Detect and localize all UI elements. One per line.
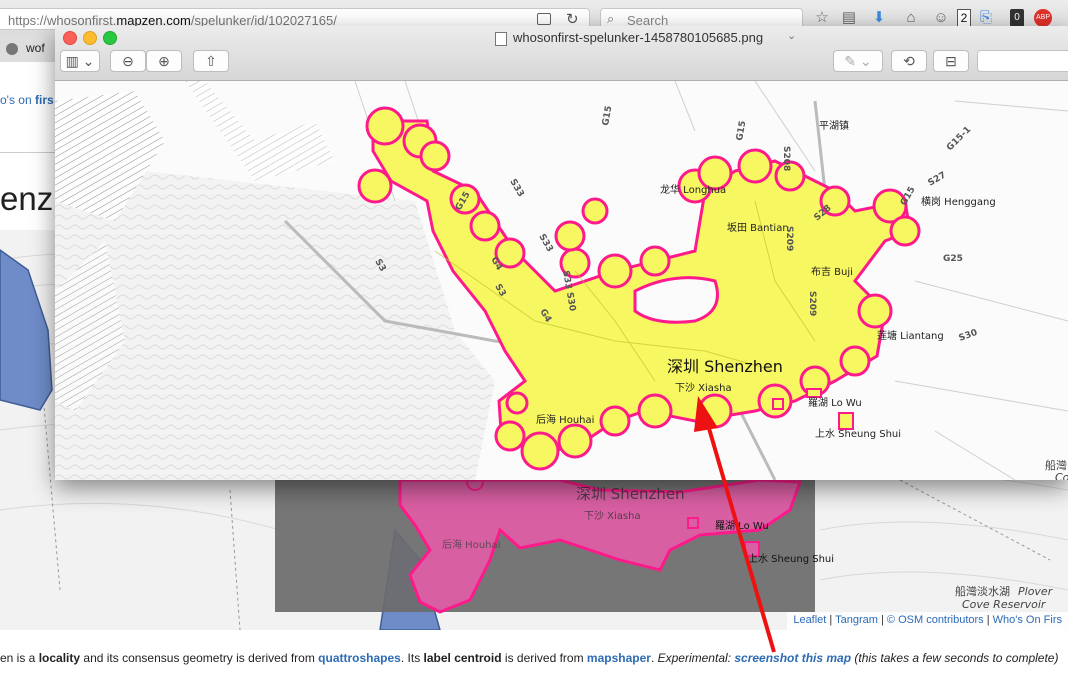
tab-wof[interactable]: wof <box>26 41 45 55</box>
screenshot-map-link[interactable]: screenshot this map <box>734 651 851 665</box>
rotate-button[interactable]: ⟲ <box>891 50 927 72</box>
bg-plover-cn-label: 船灣淡水湖 <box>955 584 1010 598</box>
search-icon: ⌕ <box>607 11 615 26</box>
preview-window: whosonfirst-spelunker-1458780105685.png … <box>55 26 1068 480</box>
markup-button[interactable]: ✎ ⌄ <box>833 50 883 72</box>
wof-link[interactable]: Who's On Firs <box>993 614 1062 626</box>
label-centroid-term: label centroid <box>423 651 502 665</box>
chevron-down-icon[interactable]: ⌄ <box>787 29 796 42</box>
home-icon[interactable]: ⌂ <box>902 9 920 27</box>
zoom-out-button[interactable]: ⊖ <box>110 50 146 72</box>
bg-luohu-label: 羅湖 Lo Wu <box>715 520 769 532</box>
share-icon[interactable]: ⎘ <box>977 9 995 27</box>
reader-view-icon[interactable] <box>537 13 551 25</box>
bg-plover-en2-label: Cove Reservoir <box>962 598 1047 611</box>
adblock-icon[interactable]: ABP <box>1034 9 1052 27</box>
bg-sheungshui-label: 上水 Sheung Shui <box>748 553 834 565</box>
counter-badge-icon[interactable]: 0 <box>1010 9 1024 27</box>
map-label-bantian: 坂田 Bantian <box>727 222 789 234</box>
road-label: S208 <box>781 146 791 171</box>
map-label-city: 深圳 Shenzhen <box>667 357 783 376</box>
zoom-in-button[interactable]: ⊕ <box>146 50 182 72</box>
map-label-sheungshui: 上水 Sheung Shui <box>815 428 901 440</box>
file-icon <box>495 32 507 46</box>
map-label-buji: 布吉 Buji <box>811 266 853 278</box>
map-label-henggang: 横岗 Henggang <box>921 195 996 208</box>
toolbox-button[interactable]: ⊟ <box>933 50 969 72</box>
map-label-right-co: Co <box>1055 471 1068 480</box>
share-button[interactable]: ⇧ <box>193 50 229 72</box>
map-label-xiasha: 下沙 Xiasha <box>675 382 732 394</box>
bg-xiasha-label: 下沙 Xiasha <box>584 510 641 522</box>
download-icon[interactable]: ⬇ <box>870 9 888 27</box>
map-label-pinghu: 平湖镇 <box>819 119 849 132</box>
mapshaper-link[interactable]: mapshaper <box>587 651 651 665</box>
site-home-link[interactable]: o's on firs <box>0 93 54 107</box>
preview-toolbar: whosonfirst-spelunker-1458780105685.png … <box>55 26 1068 81</box>
window-minimize-button[interactable] <box>83 31 97 45</box>
window-close-button[interactable] <box>63 31 77 45</box>
quattroshapes-link[interactable]: quattroshapes <box>318 651 401 665</box>
map-label-luohu: 羅湖 Lo Wu <box>808 397 862 409</box>
map-attribution: Leaflet | Tangram | © OSM contributors |… <box>787 612 1068 630</box>
sidebar-toggle-button[interactable]: ▥ ⌄ <box>60 50 100 72</box>
road-label: G25 <box>943 254 963 264</box>
window-zoom-button[interactable] <box>103 31 117 45</box>
osm-link[interactable]: © OSM contributors <box>887 614 984 626</box>
globe-icon <box>6 43 18 55</box>
preview-map-image: 深圳 Shenzhen 下沙 Xiasha 龙华 Longhua 坂田 Bant… <box>55 81 1068 480</box>
bookmark-star-icon[interactable]: ☆ <box>813 9 831 27</box>
road-label: S209 <box>807 291 817 316</box>
map-label-houhai: 后海 Houhai <box>536 413 594 426</box>
map-label-liantang: 莲塘 Liantang <box>877 329 944 342</box>
locality-term: locality <box>38 651 81 665</box>
map-label-longhua: 龙华 Longhua <box>660 183 726 196</box>
page-description: en is a locality and its consensus geome… <box>0 651 1059 665</box>
emoji-icon[interactable]: ☺ <box>932 9 950 27</box>
bg-city-label: 深圳 Shenzhen <box>576 485 685 503</box>
map-label-right-cn: 船灣 <box>1045 458 1067 472</box>
tangram-link[interactable]: Tangram <box>835 614 878 626</box>
preview-search-field[interactable] <box>977 50 1068 72</box>
preview-title-text: whosonfirst-spelunker-1458780105685.png <box>513 30 764 45</box>
bg-plover-en-label: Plover <box>1018 585 1054 598</box>
bg-houhai-label: 后海 Houhai <box>442 538 500 551</box>
bookmarks-list-icon[interactable]: ▤ <box>840 9 858 27</box>
leaflet-link[interactable]: Leaflet <box>793 614 826 626</box>
road-label: S209 <box>784 226 794 251</box>
heading-divider <box>0 152 60 153</box>
